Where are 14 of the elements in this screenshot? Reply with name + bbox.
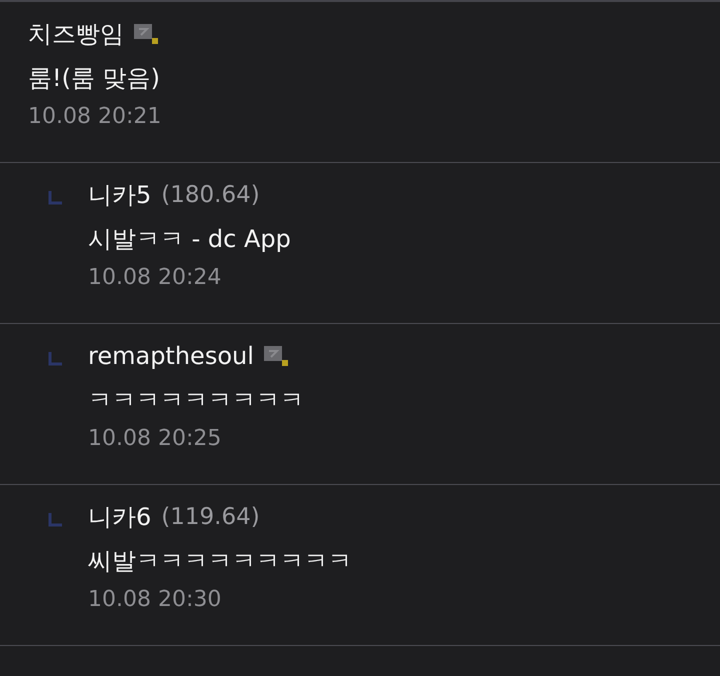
comment-time: 10.08 20:30: [88, 587, 222, 612]
author-name[interactable]: 치즈빵임: [28, 18, 124, 50]
author-name[interactable]: 니카6: [88, 501, 152, 533]
author-name[interactable]: remapthesoul: [88, 342, 254, 370]
ip-address: (119.64): [161, 504, 260, 530]
comment-text: 시발ㅋㅋ - dc App: [88, 224, 291, 255]
comment-text: 씨발ㅋㅋㅋㅋㅋㅋㅋㅋㅋ: [88, 546, 352, 577]
author-name[interactable]: 니카5: [88, 179, 152, 211]
comment-time: 10.08 20:25: [88, 426, 222, 451]
comment-time: 10.08 20:24: [88, 265, 222, 290]
ip-address: (180.64): [161, 182, 260, 208]
comment-time: 10.08 20:21: [28, 104, 162, 129]
comment-text: ㅋㅋㅋㅋㅋㅋㅋㅋㅋ: [88, 385, 304, 416]
comment-text: 룸!(룸 맞음): [28, 63, 161, 94]
